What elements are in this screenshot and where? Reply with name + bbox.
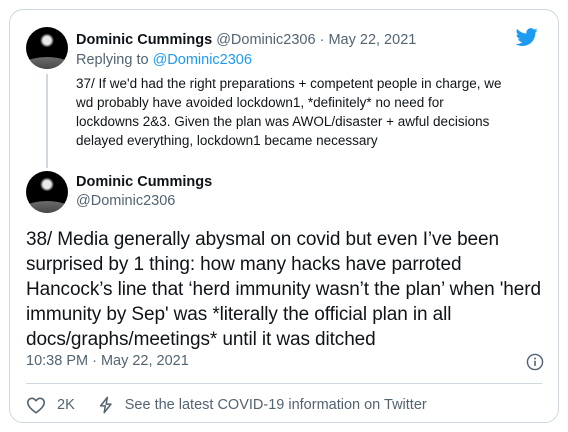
replying-prefix: Replying to bbox=[76, 52, 149, 68]
twitter-bird-icon[interactable] bbox=[514, 26, 540, 48]
covid-info-label[interactable]: See the latest COVID-19 information on T… bbox=[125, 397, 427, 413]
info-icon[interactable] bbox=[526, 353, 544, 371]
tweet-text: 38/ Media generally abysmal on covid but… bbox=[26, 229, 541, 350]
heart-icon[interactable] bbox=[26, 396, 46, 414]
author-handle[interactable]: @Dominic2306 bbox=[216, 32, 315, 48]
separator-dot: · bbox=[319, 32, 325, 48]
lightning-bolt-icon bbox=[99, 396, 112, 414]
author-name[interactable]: Dominic Cummings bbox=[76, 32, 212, 48]
tweet-embed-card: Dominic Cummings @Dominic2306 · May 22, … bbox=[9, 9, 559, 423]
tweet-timestamp-link[interactable]: 10:38 PM · May 22, 2021 bbox=[26, 352, 189, 370]
tweet-actions: 2K See the latest COVID-19 information o… bbox=[26, 394, 427, 416]
replying-to-line: Replying to @Dominic2306 bbox=[76, 51, 252, 69]
author-name[interactable]: Dominic Cummings bbox=[76, 173, 212, 191]
replying-handle-link[interactable]: @Dominic2306 bbox=[153, 52, 252, 68]
quoted-tweet-header: Dominic Cummings @Dominic2306 · May 22, … bbox=[76, 31, 416, 49]
tweet-date[interactable]: May 22, 2021 bbox=[328, 32, 416, 48]
covid-info-link[interactable]: See the latest COVID-19 information on T… bbox=[97, 396, 427, 414]
avatar[interactable] bbox=[26, 27, 68, 69]
thread-connector-line bbox=[46, 74, 48, 168]
author-handle[interactable]: @Dominic2306 bbox=[76, 192, 175, 210]
avatar[interactable] bbox=[26, 171, 68, 213]
like-count[interactable]: 2K bbox=[57, 397, 75, 413]
quoted-tweet-text: 37/ If we'd had the right preparations +… bbox=[76, 76, 502, 148]
divider bbox=[26, 383, 542, 384]
